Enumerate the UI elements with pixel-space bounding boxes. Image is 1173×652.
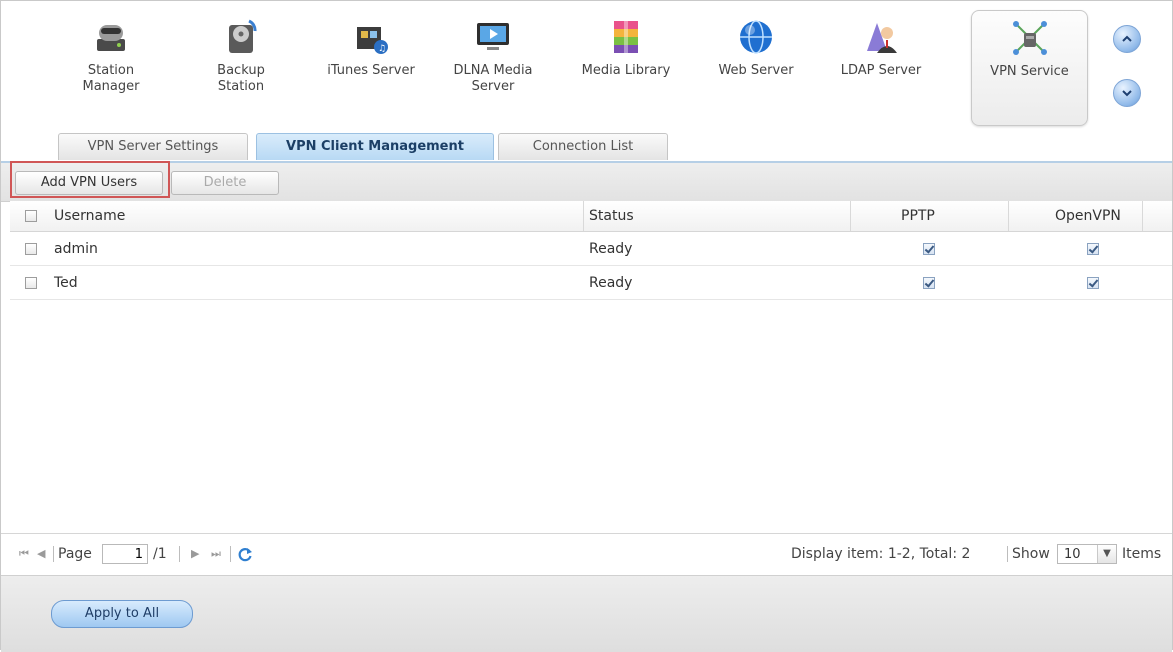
table-row[interactable]: Ted Ready [10,266,1172,300]
app-label: iTunes Server [327,63,415,78]
svg-text:♫: ♫ [378,44,386,54]
items-label: Items [1122,546,1162,562]
chevron-down-icon [1122,90,1132,97]
previous-page-icon[interactable]: ◀ [37,547,45,560]
column-divider [850,201,851,231]
first-page-icon[interactable]: ⏮ [19,547,29,561]
station-manager-icon [97,25,125,51]
highlight-frame [10,161,170,198]
tab-vpn-server-settings[interactable]: VPN Server Settings [58,133,248,160]
status-cell: Ready [589,240,633,257]
app-label: Backup Station [217,63,265,94]
app-label: Station Manager [82,63,140,94]
scroll-down-button[interactable] [1113,79,1141,107]
refresh-icon[interactable] [237,546,253,562]
status-cell: Ready [589,274,633,291]
table-header: Username Status PPTP OpenVPN [10,201,1172,232]
app-web-server[interactable]: Web Server [706,17,806,79]
username-cell: Ted [54,274,78,291]
app-dlna-media-server[interactable]: DLNA Media Server [443,17,543,95]
app-backup-station[interactable]: Backup Station [191,17,291,95]
openvpn-checkbox[interactable] [1087,242,1099,255]
apply-to-all-button[interactable]: Apply to All [51,600,193,628]
row-select-checkbox[interactable] [25,242,37,255]
table-row[interactable]: admin Ready [10,232,1172,266]
username-cell: admin [54,240,98,257]
pagination-bar: ⏮ ◀ Page /1 ▶ ⏭ Display item: 1-2, Total… [1,533,1172,576]
delete-button[interactable]: Delete [171,171,279,195]
column-header-username[interactable]: Username [54,201,125,231]
chevron-down-icon: ▼ [1097,545,1116,563]
web-server-icon [740,20,772,54]
display-item-summary: Display item: 1-2, Total: 2 [791,546,971,562]
footer-bar: Apply to All [1,575,1172,652]
next-page-icon[interactable]: ▶ [191,547,199,560]
total-pages: /1 [153,546,167,562]
app-label: DLNA Media Server [453,63,533,94]
app-vpn-service[interactable]: VPN Service [971,10,1088,126]
column-divider [583,201,584,231]
pptp-checkbox[interactable] [923,242,935,255]
column-divider [1008,201,1009,231]
tab-vpn-client-management[interactable]: VPN Client Management [256,133,494,160]
page-label: Page [58,546,92,562]
app-ldap-server[interactable]: LDAP Server [831,17,931,79]
column-header-openvpn[interactable]: OpenVPN [1055,201,1121,231]
scroll-up-button[interactable] [1113,25,1141,53]
itunes-server-icon: ♫ [357,27,388,54]
items-per-page-value: 10 [1064,547,1081,562]
app-label: LDAP Server [840,63,922,78]
page-number-input[interactable] [102,544,148,564]
column-header-status[interactable]: Status [589,201,634,231]
pptp-checkbox[interactable] [923,276,935,289]
select-all-checkbox[interactable] [25,210,37,222]
vpn-service-window: Station Manager Backup Station ♫ iTunes … [0,0,1173,652]
ldap-server-icon [867,23,897,53]
backup-station-icon [229,19,257,53]
items-per-page-select[interactable]: 10 ▼ [1057,544,1117,564]
show-label: Show [1012,546,1050,562]
app-itunes-server[interactable]: ♫ iTunes Server [321,17,421,79]
openvpn-checkbox[interactable] [1087,276,1099,289]
row-select-checkbox[interactable] [25,276,37,289]
tab-bar: VPN Server Settings VPN Client Managemen… [1,133,1172,161]
dlna-media-server-icon [477,23,509,50]
media-library-icon [614,21,638,53]
tab-connection-list[interactable]: Connection List [498,133,668,160]
app-label: Web Server [718,63,794,78]
chevron-up-icon [1122,35,1132,42]
column-header-pptp[interactable]: PPTP [901,201,935,231]
app-station-manager[interactable]: Station Manager [61,17,161,95]
vpn-service-icon [1012,21,1047,55]
app-label: Media Library [581,63,671,78]
app-media-library[interactable]: Media Library [576,17,676,79]
app-label: VPN Service [990,64,1069,79]
last-page-icon[interactable]: ⏭ [211,547,221,561]
column-divider [1142,201,1143,231]
vpn-users-table: Username Status PPTP OpenVPN admin Ready… [10,201,1172,300]
toolbar: Add VPN Users Delete [1,161,1172,202]
